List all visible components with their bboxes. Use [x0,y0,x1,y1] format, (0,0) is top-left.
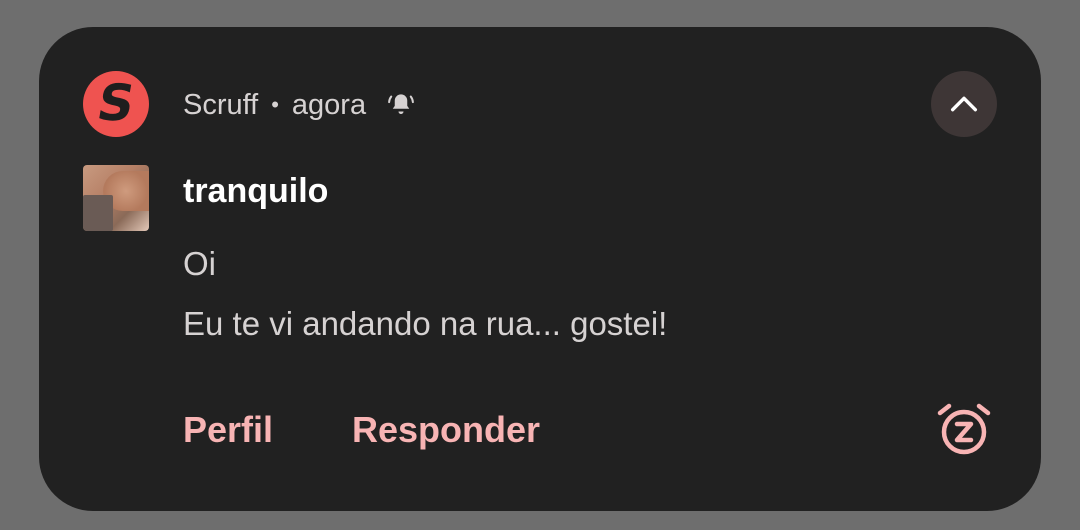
snooze-alarm-icon[interactable] [934,399,994,459]
app-icon-letter: S [92,74,140,132]
notification-header: Scruff • agora [183,84,416,126]
app-name: Scruff [183,88,259,121]
profile-action-button[interactable]: Perfil [183,409,273,451]
scruff-app-icon: S [83,71,149,137]
message-line-2: Eu te vi andando na rua... gostei! [183,305,668,342]
message-line-1: Oi [183,245,216,282]
notification-time: agora [291,88,367,121]
collapse-button[interactable] [931,71,997,137]
bell-alert-icon [388,94,414,114]
sender-name: tranquilo [183,172,329,210]
sender-avatar [83,165,149,231]
reply-action-button[interactable]: Responder [352,409,540,451]
avatar-photo-shadow [83,195,113,231]
chevron-up-icon [950,96,978,112]
header-separator: • [271,92,279,117]
